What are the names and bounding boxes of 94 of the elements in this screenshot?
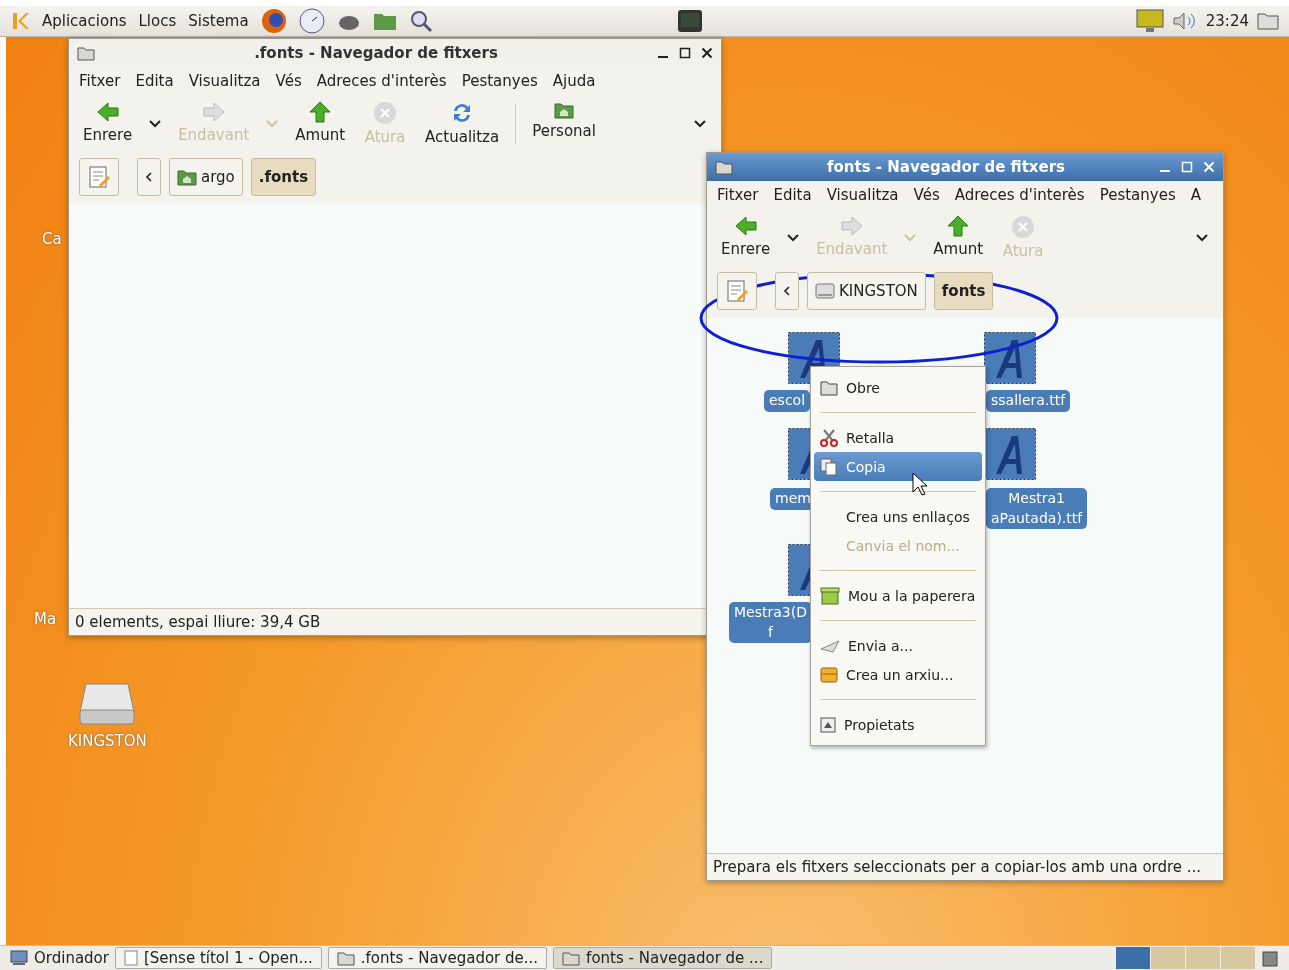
left-chevron-icon xyxy=(145,171,153,183)
toolbar-button[interactable]: Enrere xyxy=(77,99,139,146)
maximize-icon[interactable] xyxy=(679,47,691,59)
drive-icon xyxy=(815,282,835,300)
menu-item[interactable]: Copia xyxy=(814,452,982,481)
dropdown-chevron-icon[interactable] xyxy=(148,118,163,129)
menu-item[interactable]: Vés xyxy=(275,72,302,90)
menu-item[interactable]: Edita xyxy=(135,72,174,90)
menu-item[interactable]: Mou a la paperera xyxy=(814,581,982,610)
stop-icon xyxy=(1011,215,1036,239)
toolbar-button[interactable]: Amunt xyxy=(927,213,990,260)
overflow-chevron-icon[interactable] xyxy=(1195,232,1209,243)
file-name[interactable]: Mestra3(D f xyxy=(729,602,812,644)
home-folder-icon xyxy=(554,101,575,119)
window-folder-icon xyxy=(77,45,95,61)
menu-item[interactable]: A xyxy=(1190,186,1201,204)
toolbar-button[interactable]: Amunt xyxy=(289,99,352,146)
pencil-note-icon xyxy=(725,279,749,303)
document-icon xyxy=(123,950,138,966)
file-name[interactable]: ssallera.ttf xyxy=(986,390,1071,412)
folder-icon[interactable] xyxy=(1257,12,1279,30)
path-back-button[interactable] xyxy=(137,158,161,196)
folder-icon xyxy=(820,379,838,396)
edit-location-button[interactable] xyxy=(79,158,119,196)
drive-icon[interactable] xyxy=(78,680,137,726)
taskbar-button[interactable]: fonts - Navegador de ... xyxy=(553,947,773,969)
window-title: fonts - Navegador de fitxers xyxy=(826,158,1066,176)
menu-item[interactable]: Ajuda xyxy=(552,72,596,90)
toolbar-button[interactable]: Actualitza xyxy=(419,99,506,148)
file-name[interactable]: escol xyxy=(764,390,811,412)
monitor-icon[interactable] xyxy=(1135,9,1164,33)
font-file-icon[interactable] xyxy=(984,428,1036,480)
panel-menu[interactable]: Sistema xyxy=(188,12,249,30)
menu-item[interactable]: Crea uns enllaços xyxy=(814,502,982,531)
clock-time[interactable]: 23:24 xyxy=(1205,12,1249,30)
back-arrow-icon xyxy=(733,215,758,237)
taskbar-button[interactable]: .fonts - Navegador de... xyxy=(327,947,548,969)
window-title: .fonts - Navegador de fitxers xyxy=(253,44,499,62)
file-name[interactable]: Mestra1 aPautada).ttf xyxy=(986,488,1088,530)
menu-item[interactable]: Crea un arxiu... xyxy=(814,660,982,689)
menu-item[interactable]: Visualitza xyxy=(188,72,261,90)
menu-item[interactable]: Propietats xyxy=(814,710,982,739)
status-bar: Prepara els fitxers seleccionats per a copiar-los amb una ordre ... xyxy=(707,853,1223,880)
forward-arrow-icon xyxy=(839,215,864,237)
menu-item[interactable]: Envia a... xyxy=(814,631,982,660)
copy-icon xyxy=(820,457,838,476)
search-icon[interactable] xyxy=(408,9,433,33)
folder-icon xyxy=(336,950,355,966)
menu-item[interactable]: Adreces d'interès xyxy=(316,72,447,90)
window-folder-icon xyxy=(715,159,733,175)
taskbar-button[interactable]: [Sense títol 1 - Open... xyxy=(114,947,322,969)
up-arrow-icon xyxy=(946,215,971,237)
scissors-icon xyxy=(820,428,838,447)
path-button[interactable]: .fonts xyxy=(250,158,317,196)
menu-item[interactable]: Edita xyxy=(773,186,812,204)
menu-item[interactable]: Obre xyxy=(814,373,982,402)
overflow-chevron-icon[interactable] xyxy=(693,118,707,129)
clock-icon[interactable] xyxy=(298,8,325,34)
menu-item[interactable]: Retalla xyxy=(814,423,982,452)
menu-item[interactable]: Fitxer xyxy=(79,72,121,90)
panel-menu[interactable]: Llocs xyxy=(138,12,177,30)
archive-icon xyxy=(820,665,838,684)
stop-icon xyxy=(373,101,398,125)
up-arrow-icon xyxy=(308,101,333,123)
path-button[interactable]: KINGSTON xyxy=(807,272,926,310)
home-folder-icon xyxy=(177,168,197,186)
back-arrow-icon xyxy=(95,101,120,123)
forward-arrow-icon xyxy=(201,101,226,123)
edit-location-button[interactable] xyxy=(717,272,757,310)
panel-menu[interactable]: Aplicacions xyxy=(42,12,127,30)
computer-icon[interactable] xyxy=(10,950,28,966)
dropdown-chevron-icon[interactable] xyxy=(786,232,801,243)
terminal-icon[interactable] xyxy=(676,9,703,33)
speaker-icon[interactable] xyxy=(1171,11,1198,31)
toolbar-button[interactable]: Personal xyxy=(526,99,602,142)
show-desktop-label[interactable]: Ordinador xyxy=(34,949,109,967)
menu-item[interactable]: Visualitza xyxy=(826,186,899,204)
toolbar-button[interactable]: Enrere xyxy=(715,213,777,260)
font-file-icon[interactable] xyxy=(984,332,1036,384)
path-button[interactable]: argo xyxy=(169,158,243,196)
menu-item[interactable]: Pestanyes xyxy=(1099,186,1176,204)
properties-icon xyxy=(820,716,836,733)
menu-item[interactable]: Fitxer xyxy=(717,186,759,204)
menu-item[interactable]: Adreces d'interès xyxy=(954,186,1085,204)
pencil-note-icon xyxy=(87,165,111,189)
close-icon[interactable] xyxy=(701,47,713,59)
left-chevron-icon xyxy=(783,285,791,297)
menu-item[interactable]: Pestanyes xyxy=(461,72,538,90)
mouse-pointer-icon xyxy=(912,472,928,496)
path-back-button[interactable] xyxy=(775,272,799,310)
paper-plane-icon xyxy=(820,638,840,653)
path-button[interactable]: fonts xyxy=(933,272,994,310)
menu-item[interactable]: Vés xyxy=(913,186,940,204)
folder-icon xyxy=(562,950,581,966)
